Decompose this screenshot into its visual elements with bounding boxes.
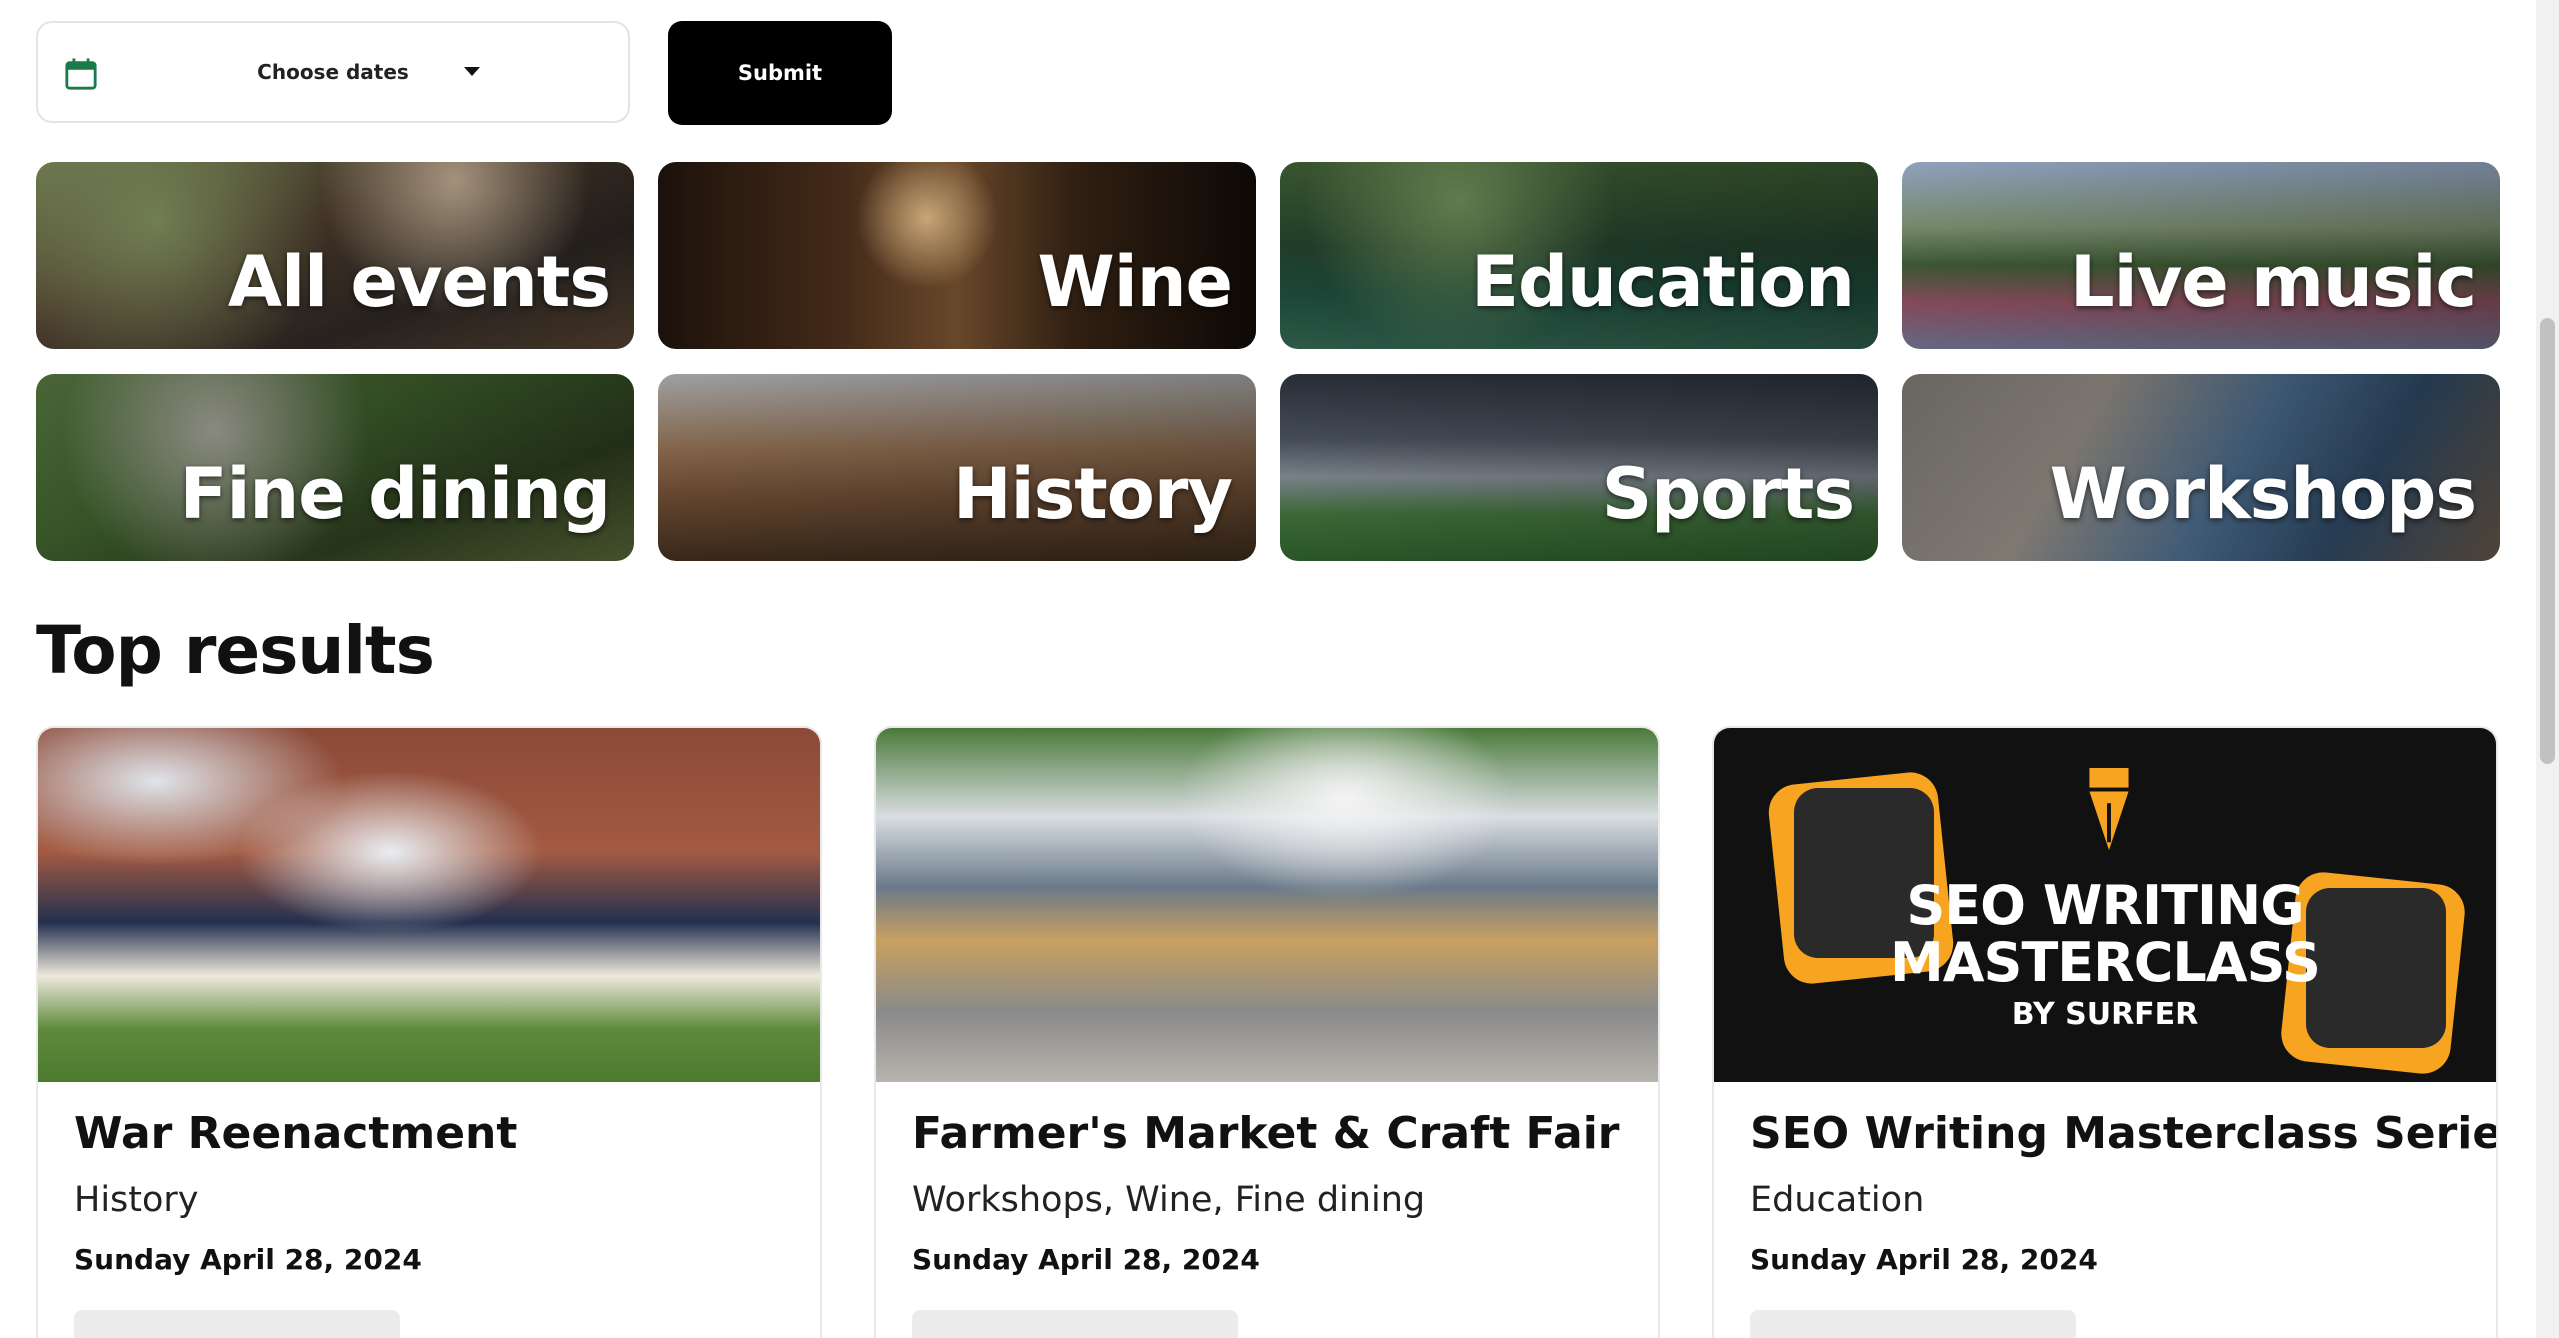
image-text-line: BY SURFER — [2011, 997, 2199, 1033]
category-label: Workshops — [2049, 453, 2477, 535]
category-label: Live music — [2069, 241, 2477, 323]
event-action-button[interactable] — [1750, 1310, 2076, 1338]
event-date: Sunday April 28, 2024 — [74, 1243, 422, 1276]
events-page: Choose dates Submit All events Wine Educ… — [0, 0, 2536, 1338]
event-image — [876, 728, 1658, 1082]
event-date: Sunday April 28, 2024 — [1750, 1243, 2098, 1276]
event-categories: Education — [1750, 1180, 1925, 1220]
category-tile-fine-dining[interactable]: Fine dining — [36, 374, 634, 561]
category-tile-history[interactable]: History — [658, 374, 1256, 561]
event-card-seo-masterclass[interactable]: SEO WRITING MASTERCLASS BY SURFER SEO Wr… — [1712, 726, 2498, 1338]
date-picker-label: Choose dates — [257, 60, 409, 84]
pen-nib-icon — [2089, 768, 2129, 851]
event-card-war-reenactment[interactable]: War Reenactment History Sunday April 28,… — [36, 726, 822, 1338]
event-action-button[interactable] — [74, 1310, 400, 1338]
submit-button[interactable]: Submit — [668, 21, 892, 125]
event-image-caption: SEO WRITING MASTERCLASS BY SURFER — [1714, 874, 2496, 1033]
image-text-line: SEO WRITING — [1906, 874, 2304, 937]
event-date: Sunday April 28, 2024 — [912, 1243, 1260, 1276]
category-tile-workshops[interactable]: Workshops — [1902, 374, 2500, 561]
event-title[interactable]: SEO Writing Masterclass Series — [1750, 1108, 2496, 1159]
date-picker[interactable]: Choose dates — [36, 21, 630, 123]
category-label: Education — [1471, 241, 1855, 323]
event-title[interactable]: Farmer's Market & Craft Fair — [912, 1108, 1620, 1159]
image-text-line: MASTERCLASS — [1890, 930, 2321, 994]
vertical-scrollbar[interactable] — [2536, 0, 2559, 1338]
scrollbar-thumb[interactable] — [2540, 318, 2555, 764]
category-label: Fine dining — [179, 453, 611, 535]
category-label: History — [953, 453, 1233, 535]
chevron-down-icon — [464, 67, 480, 76]
category-label: Sports — [1601, 453, 1855, 535]
category-tile-education[interactable]: Education — [1280, 162, 1878, 349]
event-action-button[interactable] — [912, 1310, 1238, 1338]
top-results-heading: Top results — [36, 612, 435, 689]
event-categories: Workshops, Wine, Fine dining — [912, 1180, 1426, 1220]
event-title[interactable]: War Reenactment — [74, 1108, 517, 1159]
event-image: SEO WRITING MASTERCLASS BY SURFER — [1714, 728, 2496, 1082]
event-card-farmers-market[interactable]: Farmer's Market & Craft Fair Workshops, … — [874, 726, 1660, 1338]
event-categories: History — [74, 1180, 199, 1220]
category-tile-sports[interactable]: Sports — [1280, 374, 1878, 561]
category-tile-live-music[interactable]: Live music — [1902, 162, 2500, 349]
category-label: All events — [227, 241, 611, 323]
category-tile-all-events[interactable]: All events — [36, 162, 634, 349]
category-label: Wine — [1037, 241, 1233, 323]
category-tile-wine[interactable]: Wine — [658, 162, 1256, 349]
event-image — [38, 728, 820, 1082]
